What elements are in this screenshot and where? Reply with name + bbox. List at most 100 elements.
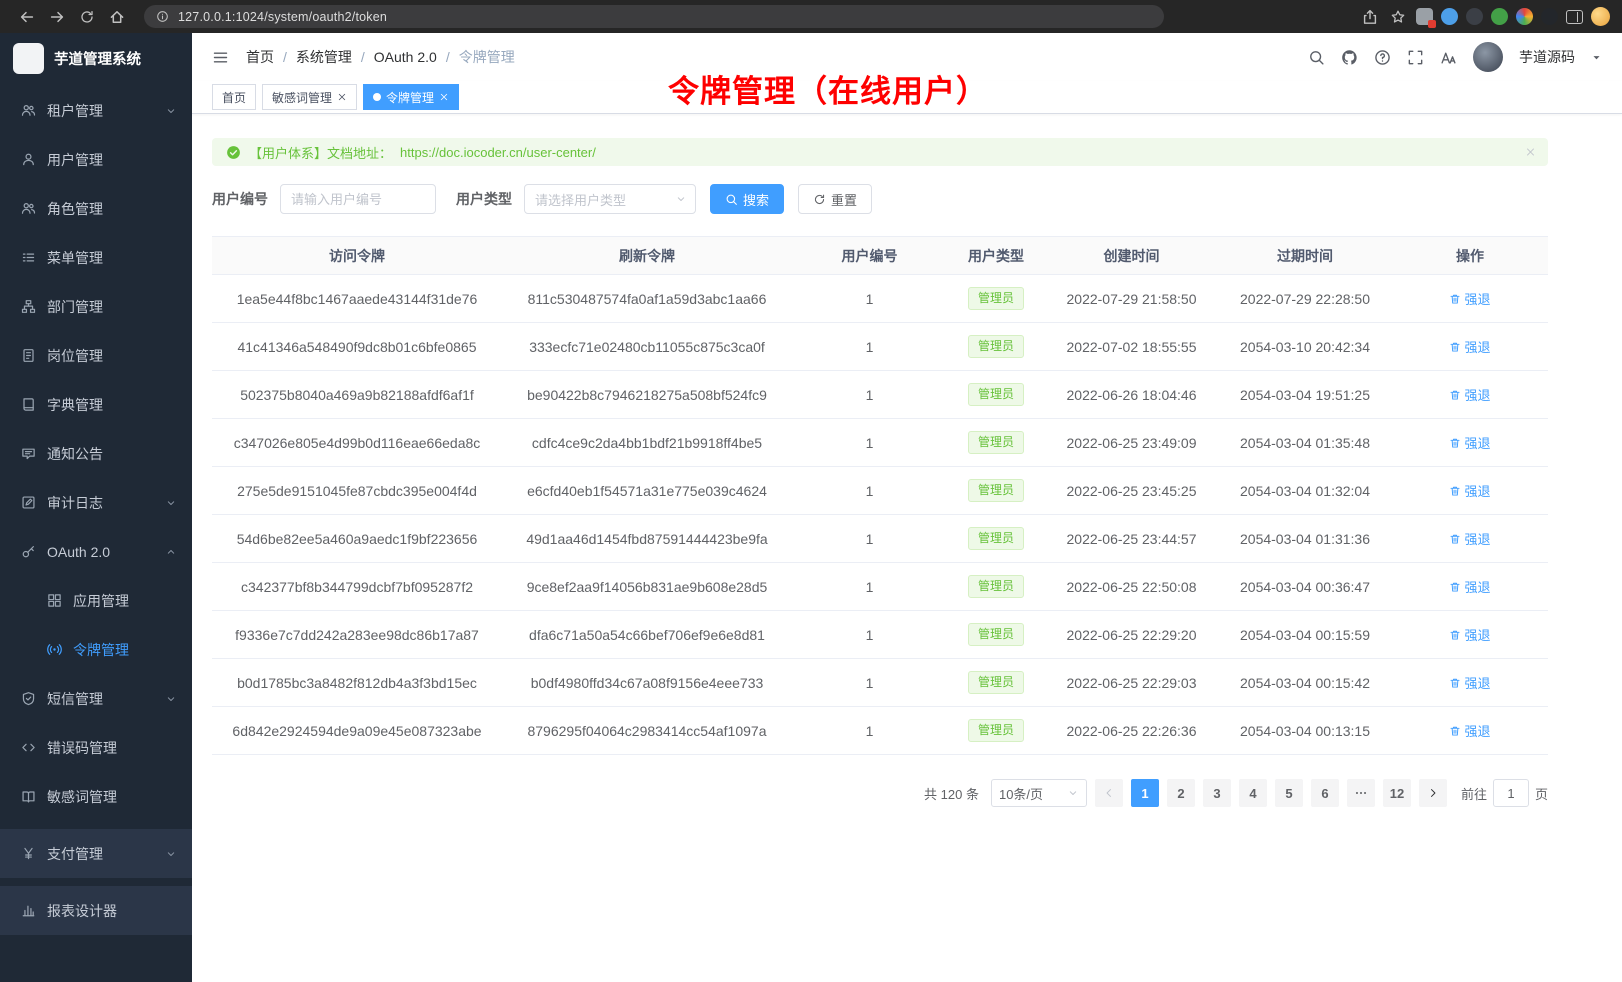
extension-dark-icon[interactable] [1466,8,1483,25]
sidebar-item-sms[interactable]: 短信管理 [0,674,192,723]
page-button-2[interactable]: 2 [1167,779,1195,807]
app-logo-row[interactable]: 芋道管理系统 [0,33,192,83]
user-type-cell: 管理员 [947,707,1045,755]
page-button-12[interactable]: 12 [1383,779,1411,807]
sidebar-item-pay[interactable]: 支付管理 [0,829,192,878]
browser-actions [1360,7,1610,26]
page-size-select[interactable]: 10条/页 [991,779,1087,807]
more-pages-button[interactable] [1347,779,1375,807]
force-logout-label: 强退 [1464,721,1490,740]
prev-page-button[interactable] [1095,779,1123,807]
sidebar-item-tenant[interactable]: 租户管理 [0,86,192,135]
table-row: c342377bf8b344799dcbf7bf095287f29ce8ef2a… [212,563,1548,611]
extension-colorful-icon[interactable] [1516,8,1533,25]
force-logout-button[interactable]: 强退 [1449,337,1490,356]
site-info-icon[interactable] [156,10,169,23]
user-type-select[interactable]: 请选择用户类型 [524,184,696,214]
force-logout-button[interactable]: 强退 [1449,289,1490,308]
breadcrumb-item[interactable]: 系统管理 [296,47,352,67]
help-icon[interactable] [1374,49,1391,66]
page-button-1[interactable]: 1 [1131,779,1159,807]
user-type-cell: 管理员 [947,659,1045,707]
extension-green-icon[interactable] [1491,8,1508,25]
reload-icon[interactable] [79,9,95,25]
page-button-3[interactable]: 3 [1203,779,1231,807]
sidebar-item-post[interactable]: 岗位管理 [0,331,192,380]
force-logout-button[interactable]: 强退 [1449,385,1490,404]
extension-icon[interactable] [1416,8,1433,25]
user-name[interactable]: 芋道源码 [1519,47,1575,67]
user-type-cell: 管理员 [947,275,1045,323]
sidebar-toggle-icon[interactable] [212,50,229,65]
fullscreen-icon[interactable] [1407,49,1424,66]
user-type-badge: 管理员 [968,575,1024,598]
search-button[interactable]: 搜索 [710,184,784,214]
sidebar-item-dict[interactable]: 字典管理 [0,380,192,429]
page-button-4[interactable]: 4 [1239,779,1267,807]
force-logout-button[interactable]: 强退 [1449,481,1490,500]
breadcrumb-item[interactable]: 首页 [246,47,274,67]
force-logout-button[interactable]: 强退 [1449,625,1490,644]
share-icon[interactable] [1362,9,1378,25]
github-icon[interactable] [1341,49,1358,66]
extension-blue-icon[interactable] [1441,8,1458,25]
sidebar-item-notice[interactable]: 通知公告 [0,429,192,478]
url-bar[interactable]: 127.0.0.1:1024/system/oauth2/token [144,5,1164,28]
tree-icon [21,299,36,314]
close-icon[interactable] [337,92,347,102]
user-avatar[interactable] [1473,42,1503,72]
page-button-5[interactable]: 5 [1275,779,1303,807]
access-token-cell: c342377bf8b344799dcbf7bf095287f2 [212,563,502,611]
forward-icon[interactable] [49,9,65,25]
home-icon[interactable] [109,9,125,25]
close-icon[interactable] [439,92,449,102]
search-icon[interactable] [1308,49,1325,66]
force-logout-button[interactable]: 强退 [1449,673,1490,692]
sidebar-item-audit-log[interactable]: 审计日志 [0,478,192,527]
user-id-input[interactable] [280,184,436,214]
sidebar-nav: 租户管理用户管理角色管理菜单管理部门管理岗位管理字典管理通知公告审计日志OAut… [0,83,192,935]
back-icon[interactable] [19,9,35,25]
extension-paw-icon[interactable] [1541,8,1558,25]
sidebar-item-user[interactable]: 用户管理 [0,135,192,184]
signal-icon [47,642,62,657]
doc-link[interactable]: https://doc.iocoder.cn/user-center/ [400,145,596,160]
sidebar-item-role[interactable]: 角色管理 [0,184,192,233]
refresh-token-cell: 811c530487574fa0af1a59d3abc1aa66 [502,275,792,323]
page-button-6[interactable]: 6 [1311,779,1339,807]
caret-down-icon[interactable] [1591,52,1602,63]
tab-label: 敏感词管理 [272,89,332,106]
bookmark-star-icon[interactable] [1390,9,1406,25]
created-time-cell: 2022-06-25 23:45:25 [1045,467,1218,515]
split-view-icon[interactable] [1566,10,1583,24]
tab-home[interactable]: 首页 [212,84,256,110]
created-time-cell: 2022-06-25 23:44:57 [1045,515,1218,563]
sidebar-item-dept[interactable]: 部门管理 [0,282,192,331]
sidebar-item-sensitive-word[interactable]: 敏感词管理 [0,772,192,821]
next-page-button[interactable] [1419,779,1447,807]
goto-page-input[interactable] [1493,779,1529,807]
alert-close-icon[interactable] [1525,147,1536,158]
reset-button[interactable]: 重置 [798,184,872,214]
sidebar-item-oauth2[interactable]: OAuth 2.0 [0,527,192,576]
table-row: 6d842e2924594de9a09e45e087323abe8796295f… [212,707,1548,755]
sidebar-item-oauth2-token[interactable]: 令牌管理 [0,625,192,674]
force-logout-button[interactable]: 强退 [1449,721,1490,740]
sidebar-item-oauth2-app[interactable]: 应用管理 [0,576,192,625]
tab-sensitive-word[interactable]: 敏感词管理 [262,84,357,110]
sidebar-item-error-code[interactable]: 错误码管理 [0,723,192,772]
browser-profile-avatar[interactable] [1591,7,1610,26]
sidebar-item-menu[interactable]: 菜单管理 [0,233,192,282]
app-icon [47,593,62,608]
force-logout-button[interactable]: 强退 [1449,577,1490,596]
breadcrumb-item[interactable]: OAuth 2.0 [374,49,437,65]
sidebar-item-report-designer[interactable]: 报表设计器 [0,886,192,935]
user-type-badge: 管理员 [968,383,1024,406]
force-logout-button[interactable]: 强退 [1449,433,1490,452]
tab-token[interactable]: 令牌管理 [363,84,459,110]
font-size-icon[interactable] [1440,49,1457,66]
force-logout-button[interactable]: 强退 [1449,529,1490,548]
url-text: 127.0.0.1:1024/system/oauth2/token [178,10,387,24]
access-token-cell: f9336e7c7dd242a283ee98dc86b17a87 [212,611,502,659]
code-icon [21,740,36,755]
